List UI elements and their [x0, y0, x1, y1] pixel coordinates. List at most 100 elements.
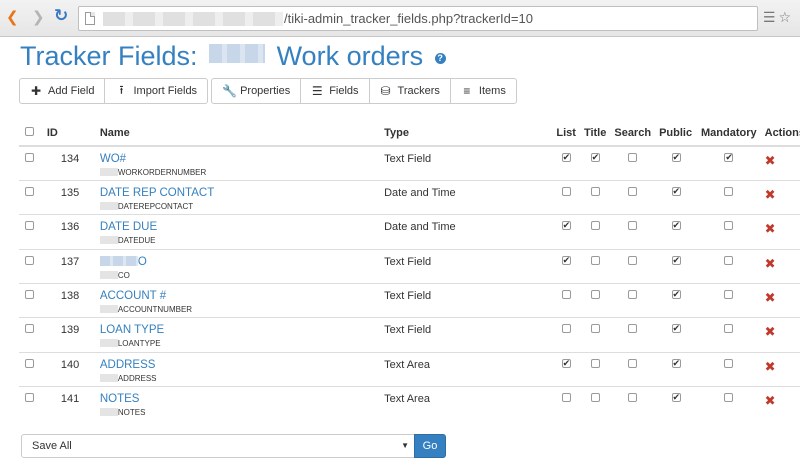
- row-select-checkbox[interactable]: [25, 221, 34, 231]
- list-checkbox[interactable]: [561, 186, 571, 196]
- header-title[interactable]: Title: [579, 120, 611, 147]
- header-id[interactable]: ID: [40, 120, 96, 147]
- public-checkbox[interactable]: [671, 358, 681, 369]
- delete-icon[interactable]: ✖: [765, 324, 776, 339]
- permname-redacted: [99, 305, 118, 314]
- permname-redacted: [99, 168, 118, 176]
- search-checkbox[interactable]: [628, 393, 638, 403]
- field-name-link[interactable]: LOAN TYPE: [100, 324, 380, 336]
- header-public[interactable]: Public: [655, 120, 697, 147]
- delete-icon[interactable]: ✖: [765, 221, 776, 236]
- title-checkbox[interactable]: [590, 152, 600, 163]
- address-bar[interactable]: /tiki-admin_tracker_fields.php?trackerId…: [78, 6, 758, 31]
- field-name-link[interactable]: WO#: [100, 153, 380, 165]
- fields-button[interactable]: ☰ Fields: [300, 78, 370, 104]
- header-search[interactable]: Search: [610, 120, 656, 147]
- cell-name: ADDRESS ADDRESS: [95, 351, 381, 387]
- title-checkbox[interactable]: [590, 290, 600, 300]
- mand-checkbox[interactable]: [724, 221, 734, 231]
- title-checkbox[interactable]: [590, 221, 600, 231]
- list-checkbox[interactable]: [561, 358, 571, 369]
- add-field-button[interactable]: ✚ Add Field: [19, 78, 106, 104]
- field-name: LOAN TYPE: [99, 324, 165, 337]
- list-checkbox[interactable]: [561, 255, 571, 266]
- items-button[interactable]: ≡ Items: [449, 78, 517, 104]
- public-checkbox[interactable]: [671, 392, 681, 403]
- list-checkbox[interactable]: [561, 152, 571, 163]
- cell-actions: ✖: [761, 146, 800, 180]
- list-checkbox[interactable]: [561, 393, 571, 403]
- header-mandatory[interactable]: Mandatory: [697, 120, 761, 147]
- public-checkbox[interactable]: [671, 323, 681, 334]
- mand-checkbox[interactable]: [724, 290, 734, 300]
- bookmark-star-icon[interactable]: ☰☆: [763, 9, 794, 26]
- row-select-checkbox[interactable]: [25, 186, 34, 196]
- list-checkbox[interactable]: [561, 290, 571, 300]
- toolbar: ✚ Add Field ⭱ Import Fields 🔧 Properties…: [19, 78, 517, 104]
- select-all-checkbox[interactable]: [25, 126, 34, 136]
- field-name-link[interactable]: DATE REP CONTACT: [100, 187, 380, 199]
- public-checkbox[interactable]: [671, 255, 681, 266]
- field-name-link[interactable]: ADDRESS: [100, 359, 380, 371]
- properties-label: Properties: [240, 85, 291, 97]
- search-checkbox[interactable]: [628, 221, 638, 231]
- public-checkbox[interactable]: [671, 220, 681, 231]
- import-fields-button[interactable]: ⭱ Import Fields: [104, 78, 209, 104]
- row-select-checkbox[interactable]: [25, 153, 34, 162]
- delete-icon[interactable]: ✖: [765, 393, 776, 408]
- header-name[interactable]: Name: [95, 120, 381, 147]
- title-checkbox[interactable]: [590, 358, 600, 368]
- field-name-link[interactable]: ACCOUNT #: [100, 290, 380, 302]
- list-checkbox[interactable]: [561, 220, 571, 231]
- search-checkbox[interactable]: [628, 153, 638, 162]
- mand-checkbox[interactable]: [724, 393, 734, 403]
- delete-icon[interactable]: ✖: [765, 153, 776, 168]
- field-name-link[interactable]: DATE DUE: [100, 221, 380, 233]
- row-select-checkbox[interactable]: [25, 358, 34, 368]
- search-checkbox[interactable]: [628, 186, 638, 196]
- row-select-checkbox[interactable]: [25, 255, 34, 265]
- header-list[interactable]: List: [552, 120, 580, 147]
- mand-checkbox[interactable]: [724, 255, 734, 265]
- properties-button[interactable]: 🔧 Properties: [211, 78, 302, 104]
- title-checkbox[interactable]: [590, 393, 600, 403]
- field-name-link[interactable]: NOTES: [100, 393, 380, 405]
- search-checkbox[interactable]: [628, 324, 638, 334]
- row-select-checkbox[interactable]: [25, 324, 34, 334]
- mand-checkbox[interactable]: [724, 358, 734, 368]
- row-select-checkbox[interactable]: [25, 290, 34, 300]
- public-checkbox[interactable]: [671, 152, 681, 163]
- search-checkbox[interactable]: [628, 290, 638, 300]
- list-checkbox[interactable]: [561, 324, 571, 334]
- bulk-action-select[interactable]: Save All ▼: [21, 434, 417, 458]
- mand-checkbox[interactable]: [724, 186, 734, 196]
- row-select-checkbox[interactable]: [25, 393, 34, 403]
- title-checkbox[interactable]: [590, 186, 600, 196]
- back-arrow-icon[interactable]: ❮: [6, 10, 19, 26]
- help-icon[interactable]: ?: [434, 53, 446, 64]
- delete-icon[interactable]: ✖: [765, 187, 776, 202]
- page-title: Tracker Fields: Work orders ?: [20, 41, 446, 72]
- go-button[interactable]: Go: [414, 434, 446, 458]
- public-checkbox[interactable]: [671, 289, 681, 300]
- trackers-button[interactable]: ⛁ Trackers: [368, 78, 451, 104]
- mand-checkbox[interactable]: [724, 324, 734, 334]
- cell-list: [552, 386, 580, 422]
- cell-search: [610, 179, 656, 215]
- field-permname: ADDRESS: [99, 373, 380, 383]
- delete-icon[interactable]: ✖: [765, 256, 776, 271]
- header-type[interactable]: Type: [380, 120, 553, 147]
- forward-arrow-icon[interactable]: ❯: [32, 10, 45, 26]
- mand-checkbox[interactable]: [724, 152, 734, 163]
- search-checkbox[interactable]: [628, 255, 638, 265]
- title-checkbox[interactable]: [590, 255, 600, 265]
- cell-mand: [697, 146, 761, 180]
- reload-icon[interactable]: ↻: [54, 7, 68, 24]
- public-checkbox[interactable]: [671, 186, 681, 197]
- delete-icon[interactable]: ✖: [765, 359, 776, 374]
- field-name-link[interactable]: O: [99, 255, 380, 268]
- title-checkbox[interactable]: [590, 324, 600, 334]
- delete-icon[interactable]: ✖: [765, 290, 776, 305]
- search-checkbox[interactable]: [628, 358, 638, 368]
- cell-select: [19, 283, 41, 318]
